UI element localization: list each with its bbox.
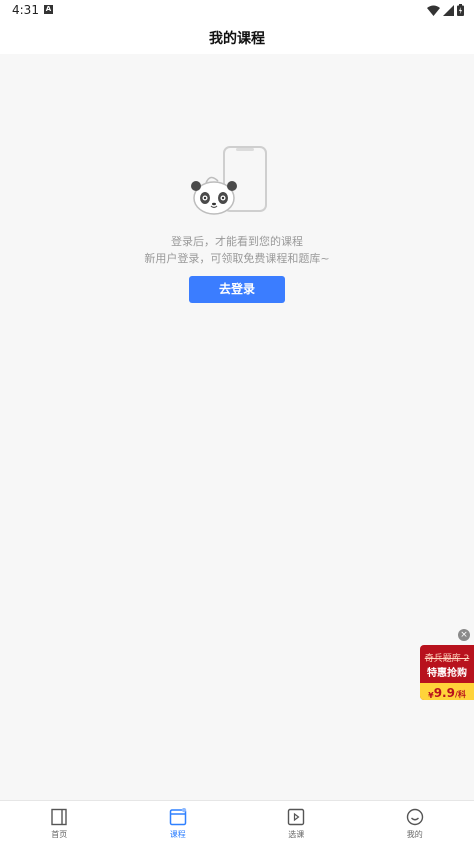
promo-subtitle: 特惠抢购	[420, 664, 474, 679]
tab-home[interactable]: 首页	[0, 801, 119, 843]
page-header: 我的课程	[0, 22, 474, 54]
promo-title: 奇兵题库 2	[420, 651, 474, 664]
profile-icon	[406, 808, 424, 826]
notification-icon: A	[44, 5, 53, 14]
promo-price: ¥ 9.9 /科	[420, 683, 474, 700]
promo-unit: /科	[455, 689, 466, 700]
select-course-icon	[287, 808, 305, 826]
home-icon	[50, 808, 68, 826]
course-icon	[169, 808, 187, 826]
tab-label-home: 首页	[0, 829, 119, 840]
empty-state-hint: 新用户登录，可领取免费课程和题库~	[0, 250, 474, 266]
tab-label-select-course: 选课	[237, 829, 356, 840]
panda-phone-illustration	[188, 143, 272, 219]
promo-close-button[interactable]: ×	[458, 629, 470, 641]
promo-price-value: 9.9	[434, 686, 455, 700]
status-icons	[427, 4, 464, 16]
tab-profile[interactable]: 我的	[356, 801, 474, 843]
wifi-icon	[427, 5, 440, 16]
login-button[interactable]: 去登录	[189, 276, 285, 303]
status-bar: 4:31 A	[0, 0, 474, 22]
tab-label-profile: 我的	[356, 829, 474, 840]
promo-banner[interactable]: 奇兵题库 2 特惠抢购 ¥ 9.9 /科	[420, 645, 474, 700]
tab-label-courses: 课程	[119, 829, 238, 840]
empty-state-message: 登录后，才能看到您的课程	[0, 233, 474, 249]
bottom-tab-bar: 首页 课程 选课 我的	[0, 800, 474, 843]
status-time: 4:31	[12, 3, 39, 17]
tab-courses[interactable]: 课程	[119, 801, 238, 843]
battery-icon	[457, 4, 464, 16]
tab-select-course[interactable]: 选课	[237, 801, 356, 843]
signal-icon	[443, 5, 454, 16]
page-title: 我的课程	[0, 28, 474, 48]
